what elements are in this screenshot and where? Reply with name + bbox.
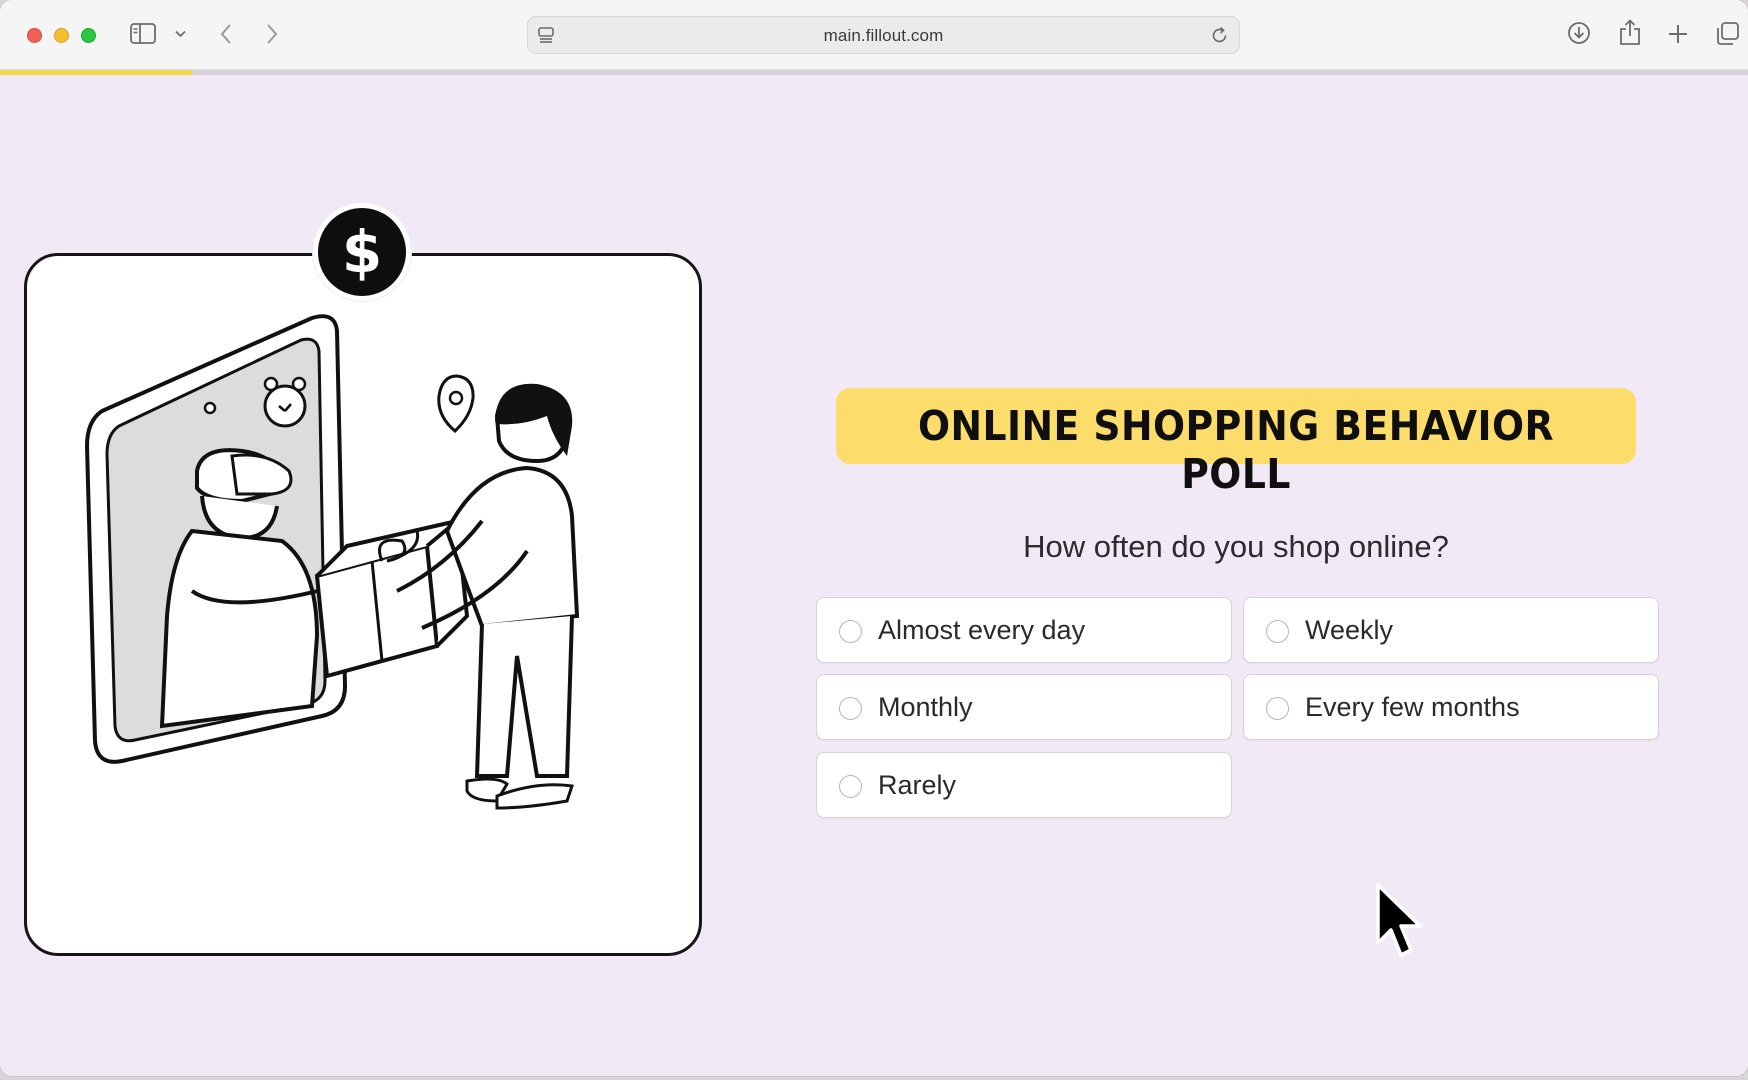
dollar-icon: $ bbox=[313, 203, 411, 301]
option-almost-every-day[interactable]: Almost every day bbox=[816, 597, 1232, 663]
download-icon[interactable] bbox=[1567, 21, 1591, 45]
tab-overview-icon[interactable] bbox=[1715, 21, 1740, 46]
chevron-down-icon[interactable] bbox=[175, 30, 186, 38]
radio-button[interactable] bbox=[839, 697, 862, 720]
zoom-window-button[interactable] bbox=[81, 28, 96, 43]
share-icon[interactable] bbox=[1619, 19, 1641, 46]
reload-icon[interactable] bbox=[1210, 26, 1229, 50]
radio-button[interactable] bbox=[1266, 697, 1289, 720]
address-bar[interactable]: main.fillout.com bbox=[527, 16, 1240, 54]
sidebar-icon[interactable] bbox=[130, 23, 156, 44]
option-rarely[interactable]: Rarely bbox=[816, 752, 1232, 818]
option-label: Weekly bbox=[1305, 615, 1394, 645]
forward-icon[interactable] bbox=[266, 23, 279, 45]
mouse-pointer-icon bbox=[1376, 883, 1428, 968]
option-label: Almost every day bbox=[878, 615, 1086, 645]
new-tab-icon[interactable] bbox=[1668, 24, 1688, 44]
form-page: $ ONLINE SHOPPING BEHAVIOR POLL How ofte… bbox=[0, 75, 1748, 1076]
question-text: How often do you shop online? bbox=[1023, 529, 1449, 564]
poll-title: ONLINE SHOPPING BEHAVIOR POLL bbox=[917, 402, 1555, 498]
option-label: Rarely bbox=[878, 770, 957, 800]
back-icon[interactable] bbox=[219, 23, 232, 45]
close-window-button[interactable] bbox=[27, 28, 42, 43]
illustration-card bbox=[24, 253, 702, 956]
radio-button[interactable] bbox=[839, 775, 862, 798]
option-label: Every few months bbox=[1305, 692, 1520, 722]
radio-button[interactable] bbox=[839, 620, 862, 643]
option-weekly[interactable]: Weekly bbox=[1243, 597, 1659, 663]
browser-window: main.fillout.com $ ONLINE SHOPPING BEHAV… bbox=[0, 0, 1748, 1076]
url-text: main.fillout.com bbox=[823, 26, 944, 45]
option-label: Monthly bbox=[878, 692, 973, 722]
minimize-window-button[interactable] bbox=[54, 28, 69, 43]
option-monthly[interactable]: Monthly bbox=[816, 674, 1232, 740]
radio-button[interactable] bbox=[1266, 620, 1289, 643]
poll-title-highlight: ONLINE SHOPPING BEHAVIOR POLL bbox=[836, 388, 1636, 498]
delivery-illustration bbox=[84, 314, 580, 810]
option-every-few-months[interactable]: Every few months bbox=[1243, 674, 1659, 740]
location-pin-icon bbox=[437, 374, 475, 434]
alarm-clock-icon bbox=[263, 376, 307, 428]
browser-toolbar: main.fillout.com bbox=[0, 0, 1748, 70]
